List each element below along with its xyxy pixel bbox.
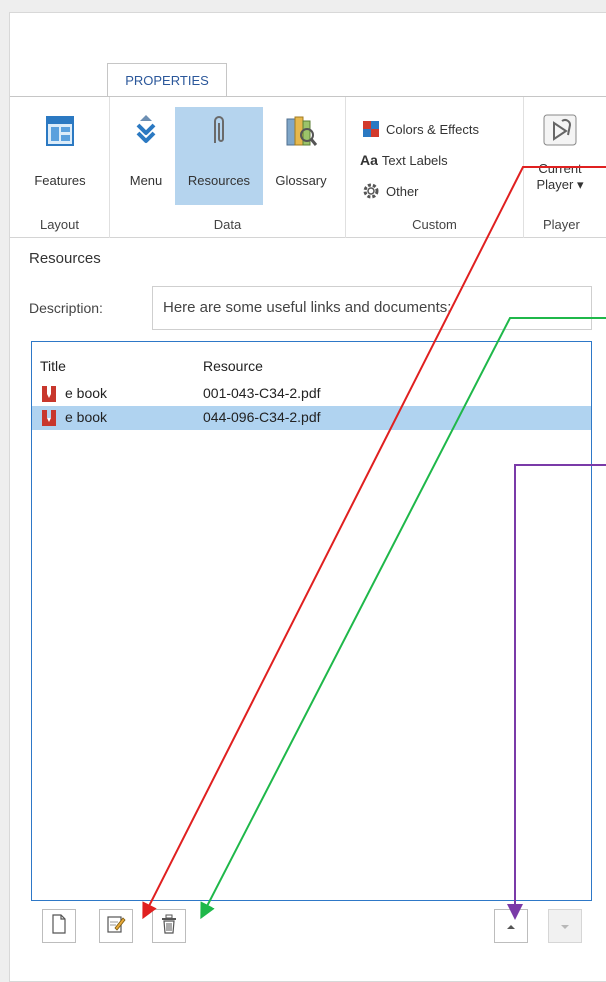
column-title-header[interactable]: Title [40,358,66,374]
pdf-icon [41,409,57,427]
column-resource-header[interactable]: Resource [203,358,263,374]
glossary-icon [283,109,319,153]
tab-properties[interactable]: PROPERTIES [107,63,227,97]
features-icon [42,109,78,153]
trash-icon [160,914,178,939]
menu-button[interactable]: Menu [118,107,174,205]
menu-icon [128,109,164,153]
current-player-label: Current [538,161,582,176]
resources-label: Resources [187,173,251,188]
move-down-button[interactable] [548,909,582,943]
text-labels-label: Text Labels [381,152,448,168]
resources-list[interactable]: Title Resource e book 001-043-C34-2.pdf … [31,341,592,901]
move-up-button[interactable] [494,909,528,943]
group-label-custom: Custom [412,217,457,232]
other-label: Other [386,183,419,199]
text-labels-icon: Aa [360,152,378,168]
glossary-button[interactable]: Glossary [265,107,337,205]
ribbon-group-data: Menu Resources Glossary Data [110,97,346,238]
current-player-button[interactable]: Current Player ▾ [530,107,590,205]
features-button[interactable]: Features [20,107,100,205]
list-item[interactable]: e book 001-043-C34-2.pdf [32,382,591,406]
resources-button[interactable]: Resources [175,107,263,205]
ribbon-group-player: Current Player ▾ Player [524,97,606,238]
ribbon-group-custom: Colors & Effects Aa Text Labels Other Cu… [346,97,524,238]
list-item-selected[interactable]: e book 044-096-C34-2.pdf [32,406,591,430]
description-input[interactable]: Here are some useful links and documents… [152,286,592,330]
delete-resource-button[interactable] [152,909,186,943]
new-document-icon [51,913,67,939]
row-title: e book [65,409,108,425]
row-resource: 044-096-C34-2.pdf [203,409,321,425]
add-resource-button[interactable] [42,909,76,943]
other-item[interactable]: Other [360,179,419,203]
ribbon: Features Layout Menu Resources Glossary … [10,96,606,238]
edit-icon [106,914,126,939]
menu-label: Menu [129,173,163,188]
gear-icon [360,182,382,200]
description-label: Description: [29,300,103,316]
player-icon [542,109,578,153]
group-label-data: Data [213,217,242,232]
glossary-label: Glossary [275,173,327,188]
arrow-down-icon [560,917,570,935]
group-label-player: Player [543,217,580,232]
row-resource: 001-043-C34-2.pdf [203,385,321,401]
colors-effects-item[interactable]: Colors & Effects [360,117,479,141]
ribbon-group-layout: Features Layout [10,97,110,238]
arrow-up-icon [506,917,516,935]
edit-resource-button[interactable] [99,909,133,943]
list-header: Title Resource [32,358,591,378]
group-label-layout: Layout [39,217,80,232]
colors-effects-label: Colors & Effects [386,121,479,137]
features-label: Features [34,173,86,188]
section-title-resources: Resources [29,250,101,267]
pdf-icon [41,385,57,403]
text-labels-item[interactable]: Aa Text Labels [360,148,448,172]
player-dropdown-label: Player ▾ [536,177,584,192]
colors-effects-icon [360,120,382,138]
row-title: e book [65,385,108,401]
paperclip-icon [201,109,237,153]
title-bar [10,13,606,99]
